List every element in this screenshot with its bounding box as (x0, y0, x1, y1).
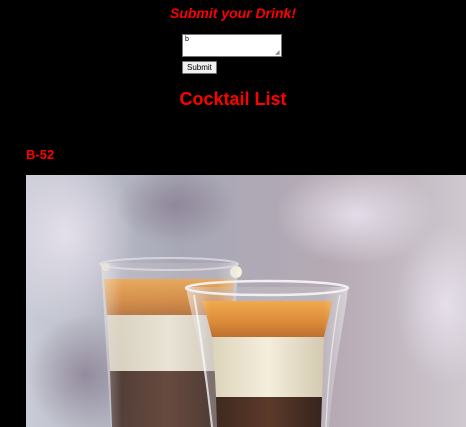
submit-button[interactable]: Submit (182, 61, 217, 74)
page: Submit your Drink! ◢ Submit Cocktail Lis… (0, 0, 466, 427)
drink-input[interactable] (182, 34, 282, 57)
drink-name: B-52 (26, 147, 55, 162)
submit-form-title: Submit your Drink! (169, 5, 296, 21)
cocktail-list-title: Cocktail List (179, 89, 287, 109)
drink-photo (26, 175, 466, 427)
